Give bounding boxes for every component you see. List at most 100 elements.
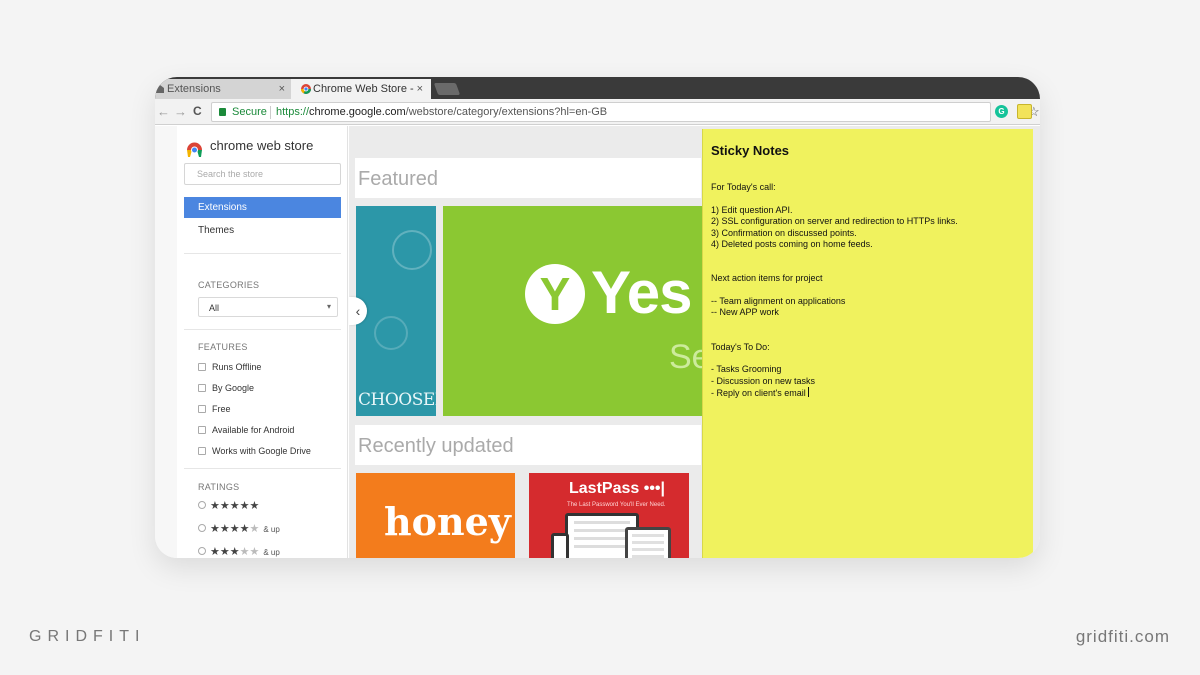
sticky-note-line: - Reply on client's email (711, 387, 1025, 399)
forward-button[interactable]: → (174, 104, 187, 119)
grammarly-extension-icon[interactable]: G (995, 105, 1008, 118)
close-icon[interactable]: × (417, 79, 423, 99)
sticky-note-blank-line (711, 285, 1025, 296)
decorative-circle (392, 230, 432, 270)
radio[interactable] (198, 547, 206, 555)
checkbox[interactable] (198, 426, 206, 434)
back-button[interactable]: ← (157, 104, 170, 119)
sticky-note-blank-line (711, 330, 1025, 341)
checkbox[interactable] (198, 447, 206, 455)
feature-label: By Google (212, 383, 255, 393)
stars-empty: ★ (249, 523, 260, 535)
sticky-note-line: -- Team alignment on applications (711, 296, 846, 306)
feature-label: Runs Offline (212, 362, 262, 372)
new-tab-button[interactable] (433, 83, 461, 95)
url-text: https://chrome.google.com/webstore/categ… (276, 106, 607, 118)
ratings-label: RATINGS (198, 482, 240, 492)
sticky-note-line: 4) Deleted posts coming on home feeds. (711, 239, 873, 250)
feature-runs-offline[interactable]: Runs Offline (198, 362, 261, 372)
feature-label: Free (212, 404, 231, 414)
browser-window: Extensions × Chrome Web Store - × ← → C … (155, 77, 1040, 558)
puzzle-icon (156, 85, 164, 93)
tab-label: Extensions (167, 83, 221, 95)
tile-subtitle: Se (669, 338, 702, 376)
search-input[interactable]: Search the store (184, 163, 341, 185)
sticky-note-body[interactable]: For Today's call: 1) Edit question API. 2)… (711, 182, 1025, 400)
rating-3-stars[interactable]: ★★★★★ & up (198, 545, 280, 558)
sticky-notes-extension-icon[interactable] (1017, 104, 1032, 119)
feature-available-for-android[interactable]: Available for Android (198, 425, 294, 435)
tile-brand: CHOOSEKIND (358, 390, 436, 410)
tablet-illustration (625, 527, 671, 558)
footer-brand: GRIDFITI (29, 628, 146, 645)
divider (184, 329, 341, 330)
stars-empty: ★★ (239, 546, 260, 558)
category-select[interactable]: All ▾ (198, 297, 338, 317)
decorative-circle (374, 316, 408, 350)
categories-label: CATEGORIES (198, 280, 260, 290)
tab-chrome-web-store[interactable]: Chrome Web Store - × (291, 79, 431, 99)
sticky-note-line: Next action items for project (711, 273, 823, 284)
divider (184, 468, 341, 469)
address-bar[interactable]: Secure https://chrome.google.com/webstor… (211, 102, 1040, 122)
store-main: Featured CHOOSEKIND Y Yes Se ‹ Recently … (349, 126, 702, 558)
tile-brand: honey (384, 499, 511, 544)
checkbox[interactable] (198, 384, 206, 392)
tab-strip: Extensions × Chrome Web Store - × (155, 77, 1040, 99)
chevron-down-icon: ▾ (326, 302, 331, 311)
radio[interactable] (198, 501, 206, 509)
phone-illustration (551, 533, 569, 558)
feature-works-with-google-drive[interactable]: Works with Google Drive (198, 446, 311, 456)
features-label: FEATURES (198, 342, 248, 352)
rating-5-stars[interactable]: ★★★★★ (198, 499, 259, 512)
tile-brand: Yes (591, 259, 692, 326)
sticky-note-blank-line (711, 353, 1025, 364)
tab-label: Chrome Web Store - (313, 83, 414, 95)
divider (270, 106, 271, 119)
yesware-logo-mark: Y (539, 268, 571, 320)
sticky-note-blank-line (711, 262, 1025, 273)
tile-tagline: The Last Password You'll Ever Need. (567, 502, 666, 508)
footer-url: gridfiti.com (1075, 627, 1170, 646)
recently-updated-heading: Recently updated (355, 425, 701, 465)
tab-extensions[interactable]: Extensions × (155, 79, 293, 99)
secure-label: Secure (232, 106, 267, 118)
left-gutter (155, 126, 177, 558)
chrome-icon (301, 84, 311, 94)
browser-toolbar: ← → C Secure https://chrome.google.com/w… (155, 99, 1040, 125)
store-sidebar: chrome web store Search the store Extens… (177, 126, 348, 558)
tile-honey[interactable]: honey (356, 473, 515, 558)
rating-4-stars[interactable]: ★★★★★ & up (198, 522, 280, 535)
and-up-label: & up (263, 548, 280, 557)
tile-lastpass[interactable]: LastPass •••| The Last Password You'll E… (529, 473, 689, 558)
sticky-note-line: 2) SSL configuration on server and redir… (711, 216, 958, 227)
featured-tile-choosekind[interactable]: CHOOSEKIND (356, 206, 436, 416)
sticky-note-line: - Discussion on new tasks (711, 375, 816, 386)
sticky-note-blank-line (711, 319, 1025, 330)
feature-label: Works with Google Drive (212, 446, 311, 456)
close-icon[interactable]: × (279, 79, 285, 99)
sticky-note-popup[interactable]: Sticky Notes For Today's call: 1) Edit qu… (702, 129, 1033, 558)
sticky-note-line: 1) Edit question API. (711, 204, 793, 215)
sticky-note-blank-line (711, 193, 1025, 204)
sticky-note-blank-line (711, 250, 1025, 261)
url-host: chrome.google.com (309, 106, 406, 118)
feature-free[interactable]: Free (198, 404, 231, 414)
nav-themes[interactable]: Themes (198, 225, 234, 236)
nav-extensions[interactable]: Extensions (184, 197, 341, 218)
feature-by-google[interactable]: By Google (198, 383, 254, 393)
feature-label: Available for Android (212, 425, 295, 435)
url-scheme: https:// (276, 106, 310, 118)
radio[interactable] (198, 524, 206, 532)
stars-filled: ★★★★ (210, 523, 250, 535)
featured-tile-yesware[interactable]: Y Yes Se (443, 206, 702, 416)
reload-button[interactable]: C (193, 104, 202, 118)
checkbox[interactable] (198, 363, 206, 371)
lock-icon (219, 108, 226, 116)
sticky-note-line: 3) Confirmation on discussed points. (711, 227, 857, 238)
divider (184, 253, 341, 254)
featured-heading: Featured (355, 158, 701, 198)
stars-filled: ★★★★★ (210, 500, 260, 512)
checkbox[interactable] (198, 405, 206, 413)
sticky-note-line: Today's To Do: (711, 341, 770, 352)
